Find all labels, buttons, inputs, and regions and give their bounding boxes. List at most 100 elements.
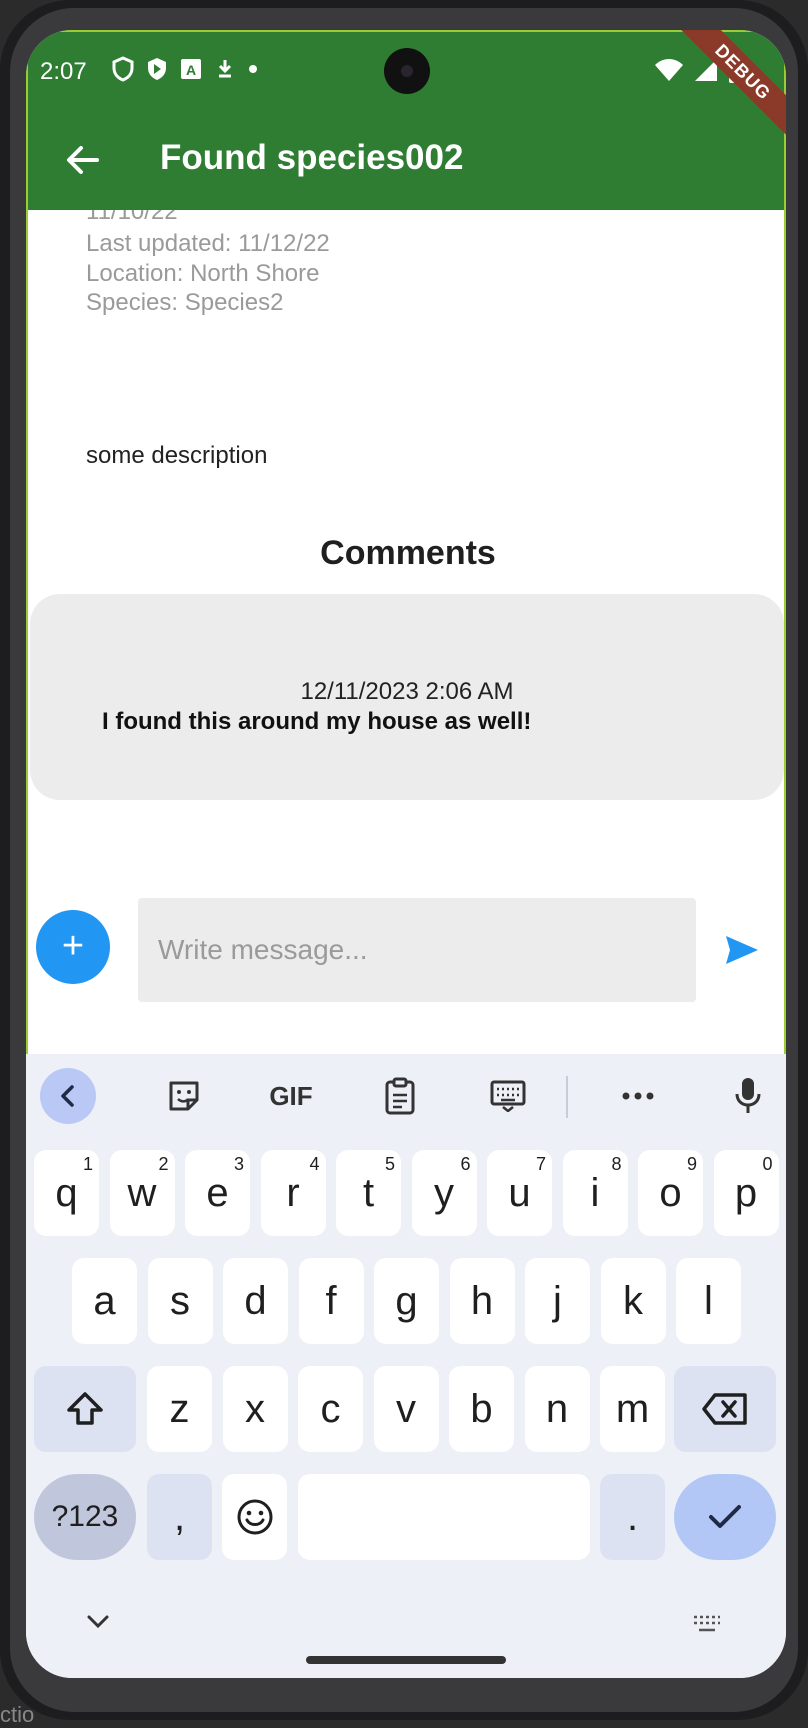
app-bar: 2:07 A DEBUG Found species002 <box>26 30 786 210</box>
status-time: 2:07 <box>40 58 87 85</box>
wifi-icon <box>655 59 683 81</box>
key-s[interactable]: s <box>147 1258 213 1344</box>
key-l[interactable]: l <box>676 1258 741 1344</box>
key-letter: t <box>362 1170 375 1215</box>
toolbar-divider <box>566 1076 568 1118</box>
gif-button[interactable]: GIF <box>256 1068 326 1124</box>
shift-key[interactable] <box>34 1366 136 1452</box>
key-number-hint: 1 <box>82 1154 93 1174</box>
key-w[interactable]: w2 <box>109 1150 175 1236</box>
keyboard-layout-button[interactable] <box>480 1068 536 1124</box>
background-fragment-text: ctio <box>0 1702 35 1727</box>
last-updated-text: Last updated: 11/12/22 <box>86 230 330 257</box>
key-i[interactable]: i8 <box>562 1150 628 1236</box>
arrow-back-icon <box>67 146 99 174</box>
backspace-icon <box>702 1393 747 1425</box>
key-number-hint: 7 <box>535 1154 546 1174</box>
svg-text:A: A <box>186 62 196 78</box>
key-t[interactable]: t5 <box>336 1150 401 1236</box>
chevron-down-icon <box>87 1615 109 1629</box>
key-number-hint: 9 <box>686 1154 697 1174</box>
key-number-hint: 3 <box>233 1154 244 1174</box>
key-n[interactable]: n <box>524 1366 590 1452</box>
backspace-key[interactable] <box>674 1366 776 1452</box>
sticker-button[interactable] <box>156 1068 212 1124</box>
comments-heading: Comments <box>320 534 496 572</box>
symbols-key[interactable]: ?123 <box>34 1474 136 1560</box>
key-number-hint: 8 <box>611 1154 622 1174</box>
key-letter: e <box>206 1170 229 1215</box>
key-p[interactable]: p0 <box>713 1150 779 1236</box>
download-icon <box>218 60 232 78</box>
status-notification-icons: A <box>112 56 258 82</box>
key-u[interactable]: u7 <box>487 1150 552 1236</box>
text-a-icon: A <box>181 59 201 79</box>
key-number-hint: 0 <box>762 1154 773 1174</box>
keyboard-back-button[interactable] <box>40 1068 96 1124</box>
key-z[interactable]: z <box>147 1366 212 1452</box>
key-v[interactable]: v <box>373 1366 439 1452</box>
period-key[interactable]: . <box>600 1474 665 1560</box>
key-a[interactable]: a <box>72 1258 137 1344</box>
description-text: some description <box>86 442 268 469</box>
play-protect-icon <box>148 58 166 80</box>
back-button[interactable] <box>58 136 106 184</box>
emoji-key[interactable] <box>222 1474 287 1560</box>
emoji-icon <box>237 1499 272 1535</box>
key-x[interactable]: x <box>222 1366 288 1452</box>
key-number-hint: 5 <box>384 1154 395 1174</box>
check-icon <box>709 1505 741 1528</box>
send-icon <box>726 936 758 964</box>
key-m[interactable]: m <box>600 1366 665 1452</box>
key-letter: u <box>508 1170 531 1215</box>
home-indicator[interactable] <box>306 1656 506 1664</box>
space-key[interactable] <box>298 1474 590 1560</box>
key-letter: w <box>127 1170 157 1215</box>
key-q[interactable]: q1 <box>34 1150 99 1236</box>
comma-key[interactable]: , <box>147 1474 212 1560</box>
camera-cutout <box>384 48 430 94</box>
key-f[interactable]: f <box>298 1258 364 1344</box>
key-letter: q <box>55 1170 78 1215</box>
add-attachment-button[interactable]: + <box>36 910 110 984</box>
location-text: Location: North Shore <box>86 260 320 287</box>
key-d[interactable]: d <box>223 1258 288 1344</box>
screen: 2:07 A DEBUG Found species002 11/10/22 L… <box>26 30 786 1678</box>
message-input[interactable] <box>138 898 696 1002</box>
page-title: Found species002 <box>160 138 464 177</box>
key-j[interactable]: j <box>525 1258 590 1344</box>
keyboard-switch-button[interactable] <box>692 1614 722 1639</box>
send-button[interactable] <box>722 930 762 970</box>
comment-text: I found this around my house as well! <box>102 708 532 735</box>
key-y[interactable]: y6 <box>411 1150 477 1236</box>
key-letter: y <box>434 1170 454 1215</box>
key-o[interactable]: o9 <box>638 1150 703 1236</box>
key-b[interactable]: b <box>449 1366 514 1452</box>
key-number-hint: 6 <box>460 1154 471 1174</box>
keyboard-layout-icon <box>490 1080 526 1112</box>
key-number-hint: 4 <box>309 1154 320 1174</box>
shift-icon <box>67 1392 103 1425</box>
key-number-hint: 2 <box>158 1154 169 1174</box>
key-e[interactable]: e3 <box>185 1150 250 1236</box>
enter-key[interactable] <box>674 1474 776 1560</box>
more-button[interactable] <box>610 1068 666 1124</box>
key-c[interactable]: c <box>298 1366 363 1452</box>
sticker-icon <box>169 1081 199 1111</box>
comment-card: 12/11/2023 2:06 AM I found this around m… <box>30 594 784 800</box>
hide-keyboard-button[interactable] <box>86 1614 110 1635</box>
mic-button[interactable] <box>720 1068 776 1124</box>
mic-icon <box>735 1078 761 1113</box>
key-h[interactable]: h <box>449 1258 515 1344</box>
key-k[interactable]: k <box>600 1258 666 1344</box>
dot-icon <box>249 65 257 73</box>
more-icon <box>622 1092 654 1100</box>
clipboard-icon <box>385 1077 415 1115</box>
detail-content: 11/10/22 Last updated: 11/12/22 Location… <box>26 210 786 1054</box>
key-letter: o <box>659 1170 682 1215</box>
key-r[interactable]: r4 <box>260 1150 326 1236</box>
key-letter: p <box>734 1170 758 1215</box>
clipboard-button[interactable] <box>372 1068 428 1124</box>
key-letter: r <box>286 1170 300 1215</box>
key-g[interactable]: g <box>374 1258 439 1344</box>
